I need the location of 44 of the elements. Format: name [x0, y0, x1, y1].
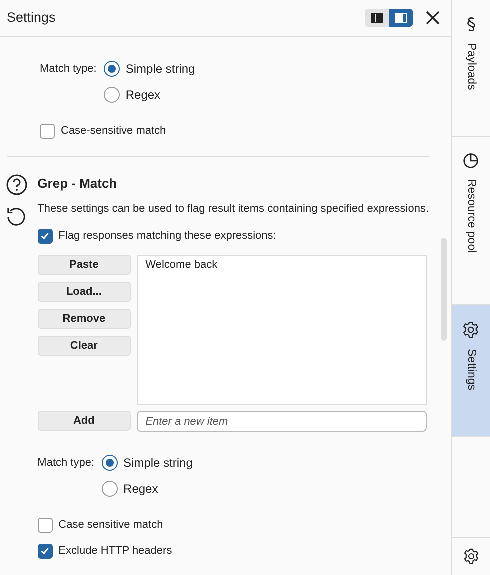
- section-sign-icon: [464, 16, 478, 33]
- layout-toggle[interactable]: [389, 9, 413, 27]
- checkbox[interactable]: [38, 518, 53, 532]
- sidebar-right-icon: [395, 13, 407, 23]
- check-icon: [40, 546, 50, 556]
- radio-button[interactable]: [102, 455, 118, 471]
- field-label: Match type:: [40, 62, 97, 77]
- settings-icon: [462, 321, 480, 339]
- scrollbar[interactable]: [441, 238, 447, 341]
- add-button[interactable]: Add: [38, 411, 131, 431]
- checkbox[interactable]: [38, 228, 53, 244]
- section-description: These settings can be used to flag result items containing specified expressions.: [38, 202, 429, 216]
- panel-title: Settings: [7, 8, 56, 27]
- reset-icon[interactable]: [6, 206, 28, 227]
- checkbox[interactable]: [38, 544, 53, 558]
- input-field[interactable]: Enter a new item: [136, 411, 427, 432]
- check-icon: [40, 231, 50, 241]
- list-button[interactable]: Paste: [38, 255, 131, 275]
- list-button[interactable]: Remove: [38, 309, 131, 329]
- checkbox-label: Case sensitive match: [58, 518, 164, 533]
- help-icon[interactable]: [6, 174, 28, 196]
- sidebar-tab[interactable]: Settings: [452, 305, 490, 437]
- radio-button[interactable]: [104, 61, 120, 77]
- list-button[interactable]: Load...: [38, 282, 131, 302]
- radio-label: Simple string: [126, 61, 196, 78]
- radio-button[interactable]: [104, 87, 120, 103]
- list-item[interactable]: Welcome back: [146, 257, 418, 274]
- section-title: Grep - Match: [38, 175, 118, 193]
- settings-icon[interactable]: [462, 548, 480, 565]
- checkbox-label: Exclude HTTP headers: [58, 544, 172, 559]
- pie-chart-icon: [463, 153, 479, 169]
- radio-button[interactable]: [102, 481, 118, 497]
- radio-label: Simple string: [124, 455, 193, 472]
- checkbox[interactable]: [40, 124, 55, 138]
- field-label: Match type:: [38, 456, 95, 471]
- sidebar-left-icon: [371, 13, 383, 23]
- checkbox-label: Flag responses matching these expressions:: [58, 228, 276, 244]
- radio-label: Regex: [124, 481, 158, 498]
- list-box[interactable]: Welcome back: [136, 255, 427, 405]
- list-button[interactable]: Clear: [38, 336, 131, 356]
- close-icon[interactable]: [425, 10, 441, 26]
- radio-label: Regex: [126, 87, 161, 104]
- checkbox-label: Case-sensitive match: [61, 124, 166, 139]
- layout-toggle[interactable]: [365, 9, 389, 27]
